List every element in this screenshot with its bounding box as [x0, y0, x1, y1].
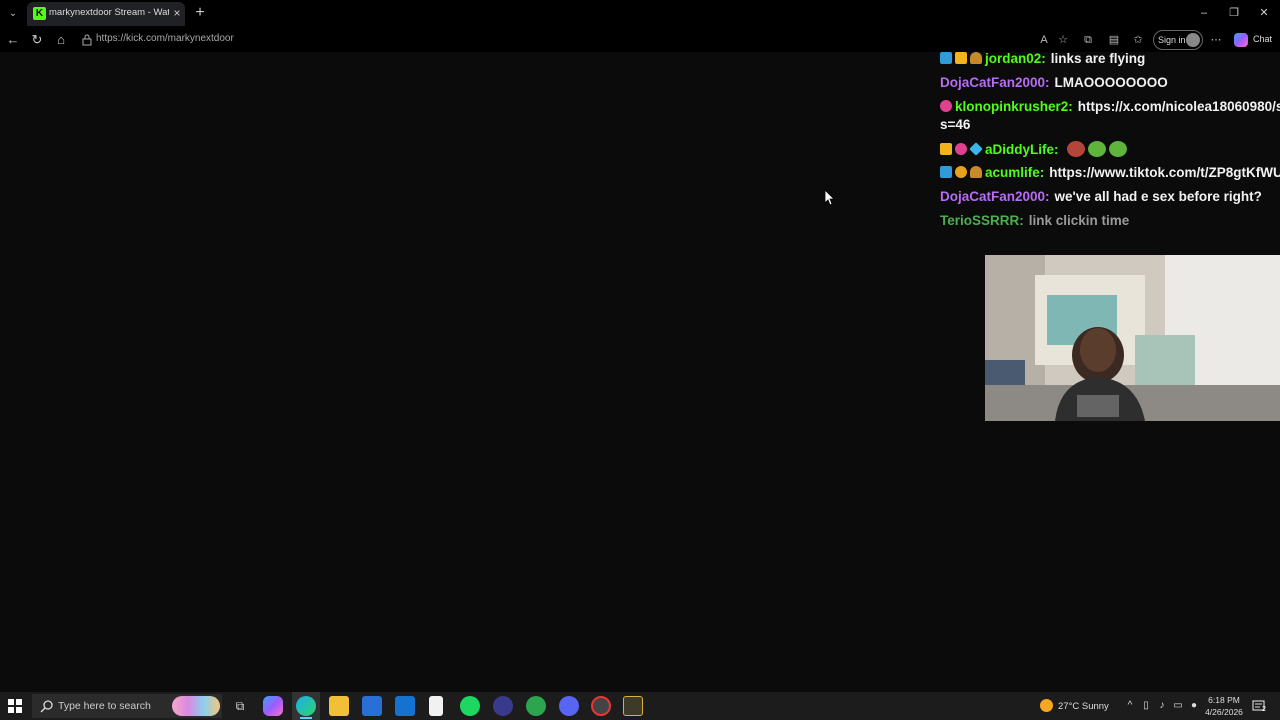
obs-icon[interactable] [591, 696, 611, 716]
device-icon[interactable]: ▯ [1140, 700, 1152, 712]
search-highlight-art [172, 696, 220, 716]
taco-badge-icon [970, 166, 982, 178]
weather-sun-icon[interactable] [1040, 699, 1053, 712]
chat-text: links are flying [1050, 51, 1146, 66]
favorite-star-icon[interactable]: ☆ [1055, 32, 1071, 48]
edge-browser-icon[interactable] [296, 696, 316, 716]
chat-link[interactable]: https://x.com/nicolea18060980/s [1078, 99, 1280, 114]
chat-username[interactable]: aDiddyLife: [985, 142, 1059, 157]
tab-close-icon[interactable]: × [171, 6, 183, 20]
weather-text[interactable]: 27°C Sunny [1058, 701, 1109, 712]
home-icon[interactable]: ⌂ [53, 32, 69, 48]
tab-title: markynextdoor Stream - Watch Li [49, 7, 169, 18]
taco-badge-icon [970, 52, 982, 64]
mail-icon[interactable] [395, 696, 415, 716]
webcam-feed [985, 255, 1280, 421]
restore-icon[interactable]: ❐ [1226, 5, 1242, 21]
chat-username[interactable]: acumlife: [985, 165, 1044, 180]
start-windows-icon[interactable] [8, 699, 22, 713]
chat-message: aDiddyLife: [940, 141, 1127, 157]
copilot-chat-button[interactable]: Chat [1234, 32, 1274, 48]
file-explorer-icon[interactable] [329, 696, 349, 716]
chat-message: klonopinkrusher2: https://x.com/nicolea18… [940, 99, 1280, 114]
chat-username[interactable]: klonopinkrusher2: [955, 99, 1073, 114]
split-screen-icon[interactable]: ▤ [1106, 32, 1122, 48]
chat-message-wrap: s=46 [940, 117, 970, 132]
tab-strip: ⌄ K markynextdoor Stream - Watch Li × + … [0, 0, 1280, 28]
chat-username[interactable]: TerioSSRRR: [940, 213, 1024, 228]
sign-in-label: Sign in [1158, 35, 1186, 45]
navigation-bar: ← ↻ ⌂ https://kick.com/markynextdoor A ☆… [0, 28, 1280, 52]
chat-message: acumlife: https://www.tiktok.com/t/ZP8gtK… [940, 165, 1280, 180]
stock-app-icon[interactable] [623, 696, 643, 716]
lock-icon [82, 34, 92, 46]
copilot-icon [1234, 33, 1248, 47]
back-arrow-icon[interactable]: ← [5, 32, 21, 48]
chat-text: LMAOOOOOOOO [1054, 75, 1168, 90]
webcam-image [985, 255, 1280, 421]
gift-badge-icon [955, 166, 967, 178]
extensions-icon[interactable]: ⧉ [1080, 32, 1096, 48]
copilot-app-icon[interactable] [263, 696, 283, 716]
search-icon [40, 700, 53, 713]
emote-icon [1108, 141, 1127, 157]
chat-link-continued[interactable]: s=46 [940, 117, 970, 132]
clock-time[interactable]: 6:18 PM [1203, 695, 1245, 705]
minimize-icon[interactable]: – [1196, 5, 1212, 21]
chat-label: Chat [1253, 34, 1273, 44]
chat-username[interactable]: DojaCatFan2000: [940, 75, 1050, 90]
discord-icon[interactable] [559, 696, 579, 716]
sign-in-button[interactable]: Sign in [1153, 30, 1203, 50]
media-player-icon[interactable] [493, 696, 513, 716]
subscriber-badge-icon [940, 100, 952, 112]
network-icon[interactable]: ▭ [1172, 700, 1184, 712]
chat-message: DojaCatFan2000: LMAOOOOOOOO [940, 75, 1168, 90]
chat-text: link clickin time [1028, 213, 1130, 228]
windows-taskbar: Type here to search ⧉ 27°C Sunny ^ ▯ ♪ ▭… [0, 692, 1280, 720]
taskbar-search-box[interactable]: Type here to search [32, 694, 222, 718]
favorites-icon[interactable]: ✩ [1130, 32, 1146, 48]
badge-icon [940, 166, 952, 178]
microphone-icon[interactable]: ● [1188, 700, 1200, 712]
chat-overlay: jordan02: links are flying DojaCatFan2000… [940, 51, 1280, 252]
spotify-icon[interactable] [460, 696, 480, 716]
emote-icon [1066, 141, 1085, 157]
reload-icon[interactable]: ↻ [29, 32, 45, 48]
search-placeholder: Type here to search [58, 700, 151, 712]
tab-actions-chevron-icon[interactable]: ⌄ [4, 5, 22, 23]
chat-message: jordan02: links are flying [940, 51, 1145, 66]
chat-username[interactable]: DojaCatFan2000: [940, 189, 1050, 204]
avatar-icon [1186, 33, 1200, 47]
chat-link[interactable]: https://www.tiktok.com/t/ZP8gtKfWU [1049, 165, 1280, 180]
crown-badge-icon [955, 52, 967, 64]
close-window-icon[interactable]: ✕ [1256, 5, 1272, 21]
mouse-cursor-icon [825, 190, 835, 206]
url-text: https://kick.com/markynextdoor [96, 33, 234, 44]
badge-icon [940, 52, 952, 64]
notification-count: 2 [1262, 706, 1266, 713]
chat-message: DojaCatFan2000: we've all had e sex befor… [940, 189, 1262, 204]
subscriber-badge-icon [955, 143, 967, 155]
more-options-icon[interactable]: ⋯ [1208, 32, 1224, 48]
chat-username[interactable]: jordan02: [985, 51, 1046, 66]
cube-badge-icon [969, 142, 983, 156]
active-indicator [300, 717, 312, 719]
microsoft-store-icon[interactable] [362, 696, 382, 716]
volume-icon[interactable]: ♪ [1156, 700, 1168, 712]
crown-badge-icon [940, 143, 952, 155]
emote-icon [1087, 141, 1106, 157]
stream-view[interactable]: jordan02: links are flying DojaCatFan2000… [0, 51, 1280, 692]
chat-message: TerioSSRRR: link clickin time [940, 213, 1129, 228]
task-view-icon[interactable]: ⧉ [230, 696, 250, 716]
read-aloud-icon[interactable]: A [1036, 32, 1052, 48]
tab-kick-stream[interactable]: K markynextdoor Stream - Watch Li × [27, 2, 185, 26]
clock-date[interactable]: 4/26/2026 [1203, 707, 1245, 717]
address-bar[interactable]: https://kick.com/markynextdoor [78, 30, 1138, 50]
tray-chevron-up-icon[interactable]: ^ [1124, 700, 1136, 712]
chat-text: we've all had e sex before right? [1054, 189, 1262, 204]
xbox-icon[interactable] [526, 696, 546, 716]
notepad-icon[interactable] [429, 696, 443, 716]
kick-favicon-icon: K [33, 7, 46, 20]
new-tab-plus-icon[interactable]: + [192, 5, 208, 21]
